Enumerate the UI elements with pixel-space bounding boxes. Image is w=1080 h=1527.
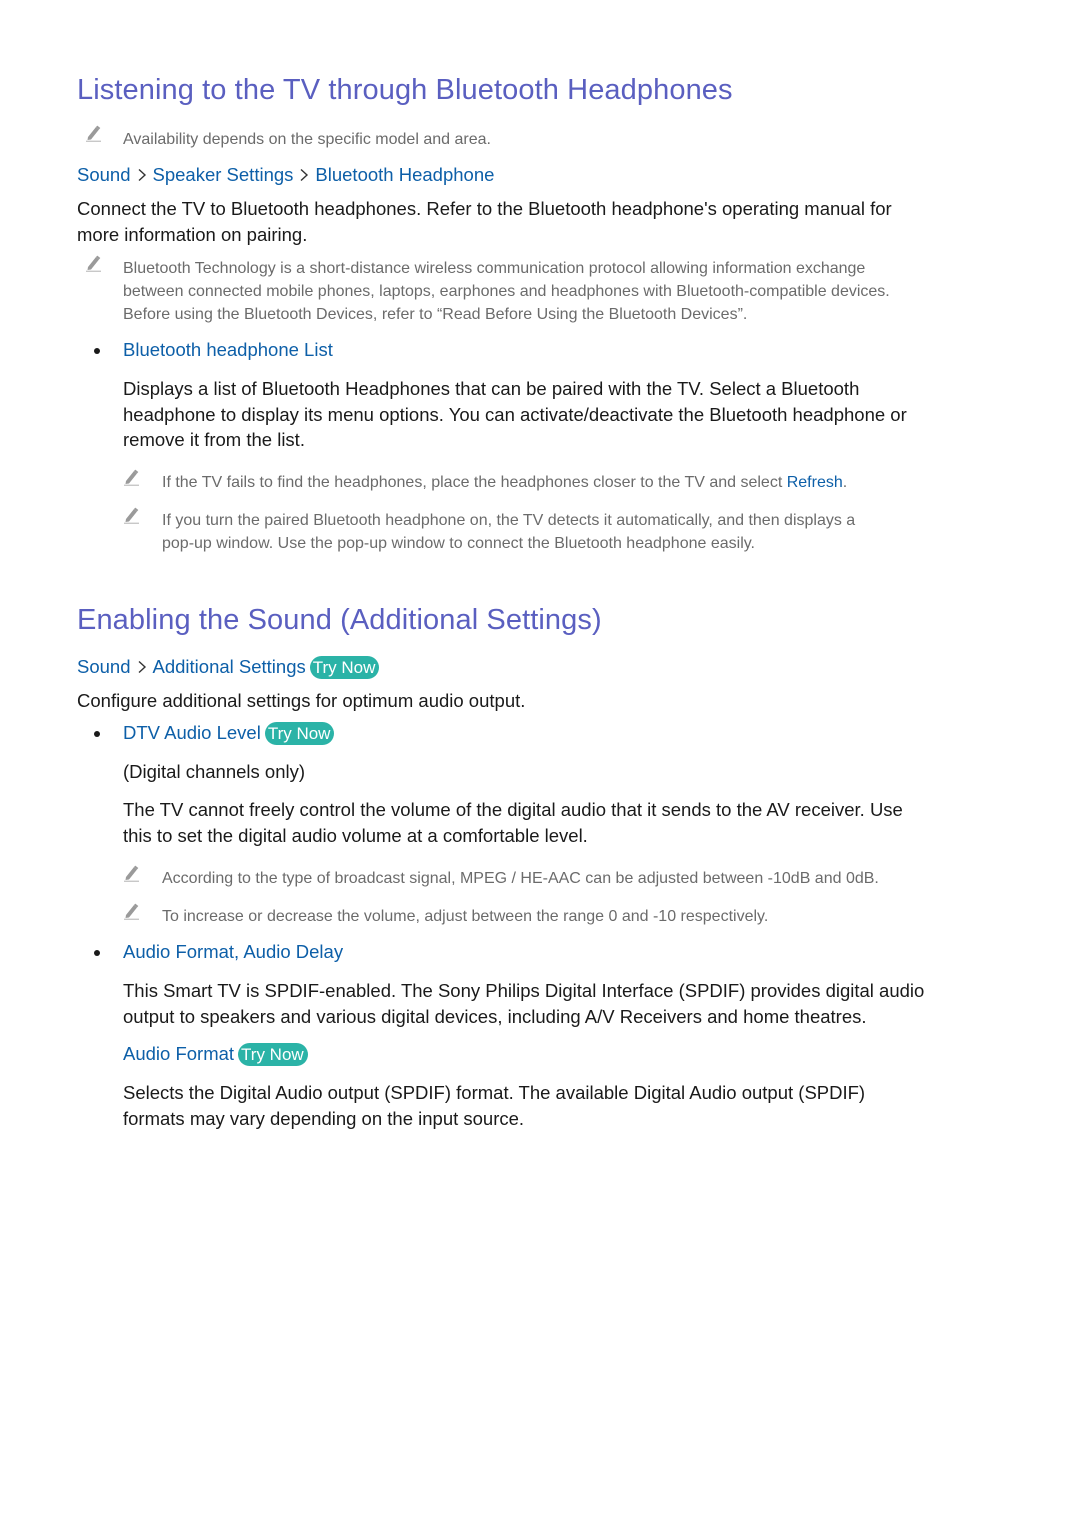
audio-format-delay-heading: Audio Format, Audio Delay	[123, 940, 343, 964]
dtv-audio-level-link[interactable]: DTV Audio Level	[123, 722, 261, 743]
audio-format-link[interactable]: Audio Format	[123, 941, 234, 962]
note-line: between connected mobile phones, laptops…	[123, 283, 890, 300]
breadcrumb-item-sound[interactable]: Sound	[77, 656, 131, 677]
section-title-additional-settings: Enabling the Sound (Additional Settings)	[77, 604, 602, 636]
note-pencil-icon	[124, 865, 139, 882]
note-text: If the TV fails to find the headphones, …	[162, 474, 787, 491]
desc-line: The TV cannot freely control the volume …	[123, 799, 903, 820]
spdif-description: This Smart TV is SPDIF-enabled. The Sony…	[123, 978, 924, 1029]
desc-line: This Smart TV is SPDIF-enabled. The Sony…	[123, 980, 925, 1001]
desc-line: formats may vary depending on the input …	[123, 1107, 525, 1129]
desc-line: output to speakers and various digital d…	[123, 1005, 867, 1027]
note-pencil-icon	[86, 255, 101, 272]
breadcrumb-additional-settings: Sound Additional Settings Try Now	[77, 655, 380, 679]
digital-channels-only: (Digital channels only)	[123, 761, 306, 782]
desc-line: remove it from the list.	[123, 429, 305, 450]
chevron-right-icon	[138, 168, 146, 182]
desc-line: Selects the Digital Audio output (SPDIF)…	[123, 1082, 866, 1103]
additional-settings-intro: Configure additional settings for optimu…	[77, 690, 526, 711]
note-line: Before using the Bluetooth Devices, refe…	[123, 306, 748, 323]
note-text: .	[842, 474, 848, 491]
note-line: If you turn the paired Bluetooth headpho…	[162, 512, 856, 529]
audio-format-description: Selects the Digital Audio output (SPDIF)…	[123, 1080, 865, 1131]
try-now-button[interactable]: Try Now	[309, 656, 380, 679]
try-now-button[interactable]: Try Now	[264, 722, 335, 745]
section-title-bluetooth-headphones: Listening to the TV through Bluetooth He…	[77, 74, 733, 106]
breadcrumb-item-sound[interactable]: Sound	[77, 164, 131, 185]
intro-line: Connect the TV to Bluetooth headphones. …	[77, 198, 892, 219]
heading-separator: ,	[234, 941, 244, 962]
desc-line: this to set the digital audio volume at …	[123, 824, 588, 846]
chevron-right-icon	[138, 660, 146, 674]
intro-line: more information on pairing.	[77, 223, 308, 245]
dtv-audio-level-heading: DTV Audio Level Try Now	[123, 721, 335, 745]
breadcrumb-bluetooth-headphone: Sound Speaker Settings Bluetooth Headphone	[77, 163, 494, 187]
note-pencil-icon	[124, 507, 139, 524]
audio-format-subheading: Audio Format Try Now	[123, 1042, 308, 1066]
note-pencil-icon	[86, 125, 101, 142]
bullet-dot	[94, 348, 100, 354]
audio-delay-link[interactable]: Audio Delay	[243, 941, 343, 962]
bullet-dot	[94, 731, 100, 737]
bullet-dot	[94, 950, 100, 956]
chevron-right-icon	[300, 168, 309, 182]
note-pencil-icon	[124, 903, 139, 920]
breadcrumb-item-speaker-settings[interactable]: Speaker Settings	[153, 164, 294, 185]
mpeg-range-note: According to the type of broadcast signa…	[162, 870, 879, 887]
dtv-audio-level-description: The TV cannot freely control the volume …	[123, 797, 903, 848]
try-now-button[interactable]: Try Now	[238, 1043, 308, 1066]
auto-detect-note: If you turn the paired Bluetooth headpho…	[162, 509, 855, 555]
bluetooth-headphone-list-description: Displays a list of Bluetooth Headphones …	[123, 376, 907, 453]
note-line: Bluetooth Technology is a short-distance…	[123, 260, 866, 277]
breadcrumb-item-bluetooth-headphone[interactable]: Bluetooth Headphone	[315, 164, 494, 185]
bluetooth-headphone-list-heading[interactable]: Bluetooth headphone List	[123, 338, 333, 362]
refresh-note: If the TV fails to find the headphones, …	[162, 471, 847, 494]
desc-line: Displays a list of Bluetooth Headphones …	[123, 378, 860, 399]
note-line: pop-up window. Use the pop-up window to …	[162, 535, 755, 552]
volume-range-note: To increase or decrease the volume, adju…	[162, 908, 769, 925]
breadcrumb-item-additional-settings[interactable]: Additional Settings	[153, 656, 306, 677]
bluetooth-technology-note: Bluetooth Technology is a short-distance…	[123, 257, 890, 326]
audio-format-sub-link[interactable]: Audio Format	[123, 1043, 234, 1064]
desc-line: headphone to display its menu options. Y…	[123, 403, 907, 425]
note-pencil-icon	[124, 469, 139, 486]
intro-paragraph: Connect the TV to Bluetooth headphones. …	[77, 196, 892, 247]
availability-note: Availability depends on the specific mod…	[123, 131, 491, 148]
refresh-link[interactable]: Refresh	[787, 474, 843, 491]
